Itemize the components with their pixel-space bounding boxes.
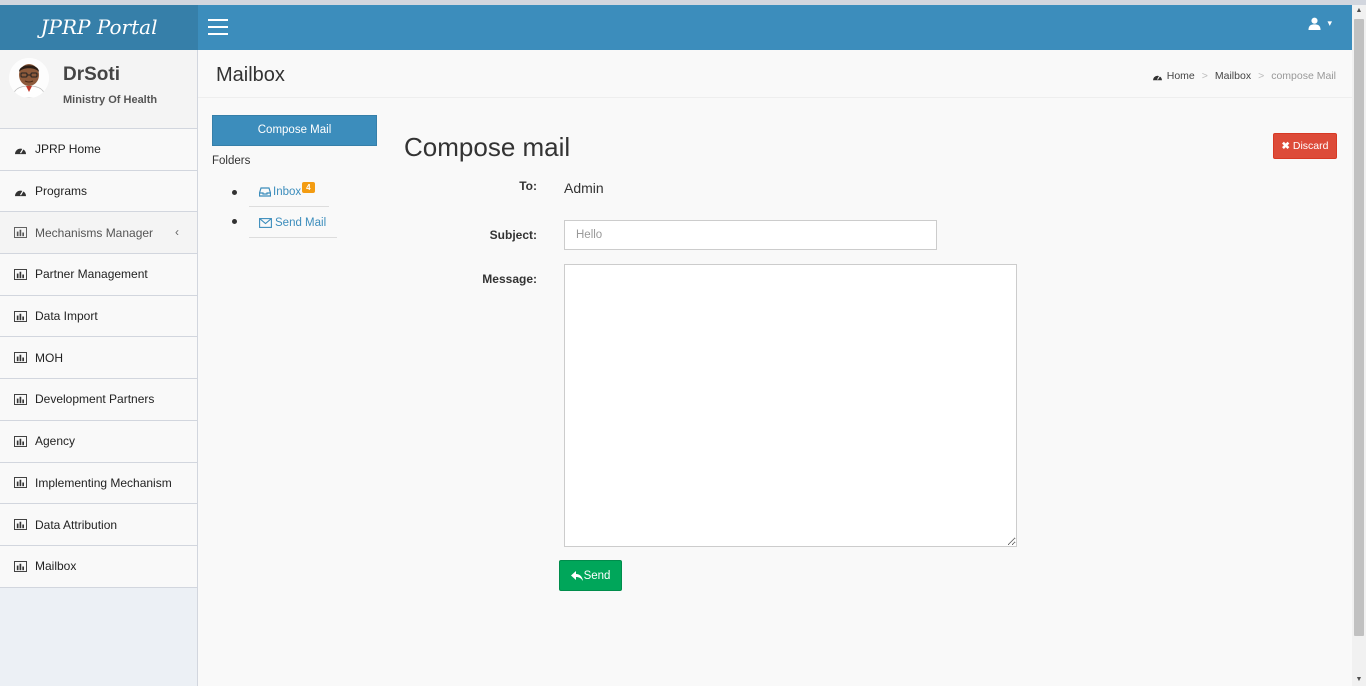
sidebar-item-label: Data Import (35, 309, 98, 324)
breadcrumb-separator: > (1201, 70, 1208, 82)
sidebar-item-label: Agency (35, 434, 76, 449)
unread-count-badge: 4 (302, 182, 315, 193)
sidebar-item-mechanisms-manager[interactable]: Mechanisms Manager ‹ (0, 212, 197, 255)
sidebar-item-label: Data Attribution (35, 517, 118, 532)
bar-chart-icon (14, 268, 27, 280)
message-textarea[interactable] (564, 264, 1017, 547)
scroll-thumb[interactable] (1354, 19, 1364, 636)
content-header: Mailbox Home > Mailbox > compose Mail (198, 50, 1352, 98)
bar-chart-icon (14, 435, 27, 447)
sidebar-item-label: Mailbox (35, 559, 77, 574)
chevron-down-icon: ▾ (1327, 18, 1332, 28)
breadcrumb-current: compose Mail (1271, 70, 1336, 82)
sidebar-item-programs[interactable]: Programs (0, 170, 197, 213)
sidebar-item-partner-management[interactable]: Partner Management (0, 254, 197, 296)
bar-chart-icon (14, 393, 27, 405)
hamburger-line (208, 26, 228, 28)
user-panel: DrSoti Ministry Of Health (0, 50, 197, 129)
send-button-label: Send (583, 569, 611, 582)
subject-label: Subject: (489, 228, 537, 242)
sidebar-item-implementing-mechanism[interactable]: Implementing Mechanism (0, 462, 197, 505)
message-label: Message: (482, 272, 537, 286)
sidebar: DrSoti Ministry Of Health JPRP Home Prog… (0, 50, 198, 686)
sidebar-item-development-partners[interactable]: Development Partners (0, 379, 197, 421)
scroll-down-arrow[interactable]: ▼ (1352, 674, 1366, 686)
list-bullet (232, 219, 237, 224)
sidebar-item-jprp-home[interactable]: JPRP Home (0, 129, 197, 171)
sidebar-item-label: Development Partners (35, 392, 155, 407)
page-title: Mailbox (216, 64, 285, 86)
to-label: To: (519, 179, 537, 193)
user-organization: Ministry Of Health (63, 94, 158, 106)
compose-title: Compose mail (404, 132, 571, 162)
sidebar-item-agency[interactable]: Agency (0, 420, 197, 463)
discard-button[interactable]: ✖ Discard (1273, 133, 1337, 159)
bar-chart-icon (14, 227, 27, 239)
inbox-icon (259, 186, 271, 197)
to-recipient: Admin (564, 180, 604, 196)
bar-chart-icon (14, 310, 27, 322)
compose-mail-button[interactable]: Compose Mail (212, 115, 377, 146)
page-scrollbar[interactable]: ▲ ▼ (1352, 5, 1366, 686)
bar-chart-icon (14, 352, 27, 364)
folder-inbox-link[interactable]: Inbox 4 (249, 177, 329, 207)
chevron-left-icon: ‹ (175, 225, 179, 240)
list-bullet (232, 190, 237, 195)
avatar (9, 58, 49, 98)
breadcrumb-separator: > (1258, 70, 1265, 82)
sidebar-item-label: JPRP Home (35, 142, 101, 157)
breadcrumb-mailbox-link[interactable]: Mailbox (1215, 70, 1251, 82)
user-icon (1308, 17, 1322, 30)
close-icon: ✖ (1281, 140, 1290, 152)
breadcrumb-home-link[interactable]: Home (1167, 70, 1195, 82)
discard-button-label: Discard (1292, 140, 1329, 152)
hamburger-line (208, 33, 228, 35)
hamburger-line (208, 19, 228, 21)
bar-chart-icon (14, 560, 27, 572)
bar-chart-icon (14, 477, 27, 489)
folder-label: Send Mail (275, 216, 327, 229)
breadcrumb: Home > Mailbox > compose Mail (1152, 70, 1336, 82)
scroll-up-arrow[interactable]: ▲ (1352, 5, 1366, 17)
dashboard-icon (15, 189, 26, 196)
user-menu-button[interactable]: ▾ (1308, 17, 1332, 30)
reply-icon (570, 570, 583, 581)
app-logo[interactable]: JPRP Portal (0, 5, 198, 50)
sidebar-menu: JPRP Home Programs Mechanisms Manager ‹ … (0, 129, 197, 588)
bar-chart-icon (14, 519, 27, 531)
sidebar-item-label: MOH (35, 350, 63, 365)
sidebar-item-label: Programs (35, 184, 88, 199)
folder-send-mail-link[interactable]: Send Mail (249, 208, 337, 238)
sidebar-item-mailbox[interactable]: Mailbox (0, 545, 197, 588)
user-name: DrSoti (63, 64, 120, 85)
folders-title: Folders (212, 155, 251, 167)
sidebar-item-data-import[interactable]: Data Import (0, 295, 197, 338)
dashboard-icon (1152, 74, 1162, 80)
folder-label: Inbox (273, 185, 302, 198)
subject-input[interactable] (564, 220, 937, 250)
sidebar-item-moh[interactable]: MOH (0, 337, 197, 380)
dashboard-icon (15, 148, 26, 154)
send-button[interactable]: Send (559, 560, 622, 591)
envelope-icon (259, 217, 272, 228)
sidebar-item-label: Implementing Mechanism (35, 475, 172, 490)
top-navbar: JPRP Portal ▾ (0, 5, 1352, 50)
sidebar-item-data-attribution[interactable]: Data Attribution (0, 504, 197, 546)
sidebar-toggle-button[interactable] (208, 19, 228, 35)
sidebar-item-label: Mechanisms Manager (35, 225, 154, 240)
sidebar-item-label: Partner Management (35, 267, 148, 282)
